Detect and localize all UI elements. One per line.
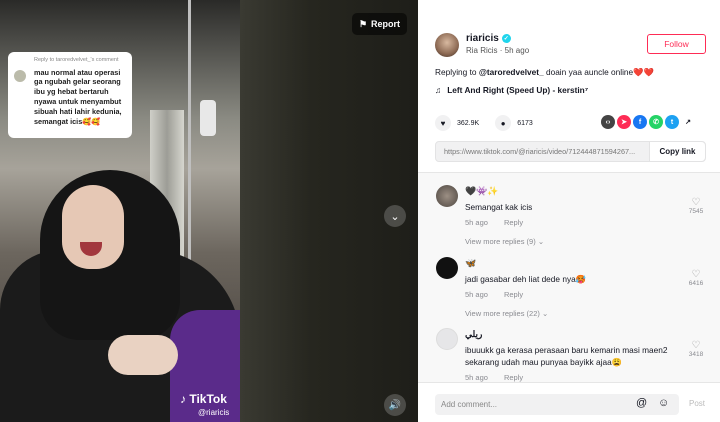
comment-like-button[interactable]: ♡ 3418 xyxy=(686,340,706,358)
share-arrow-icon[interactable]: ↗ xyxy=(681,115,695,129)
chevron-down-icon: ⌄ xyxy=(537,237,545,246)
chevron-down-icon: ⌄ xyxy=(390,210,400,223)
report-label: Report xyxy=(371,19,401,29)
iv-bag xyxy=(200,100,216,136)
comments-list[interactable]: 🖤👾✨ Semangat kak icis 5h ago Reply ♡ 754… xyxy=(418,172,720,382)
comment-text: ibuuukk ga kerasa perasaan baru kemarin … xyxy=(465,345,668,368)
volume-button[interactable]: 🔊 xyxy=(384,394,406,416)
commenter-avatar[interactable] xyxy=(436,328,458,350)
hand xyxy=(108,335,178,375)
volume-icon: 🔊 xyxy=(388,399,402,411)
iv-pole xyxy=(188,0,191,260)
reply-button[interactable]: Reply xyxy=(504,290,523,299)
face xyxy=(62,185,124,269)
comment-like-count: 7545 xyxy=(688,208,704,215)
music-link[interactable]: ♫ Left And Right (Speed Up) - kerstin⁷ xyxy=(435,85,588,95)
add-comment-bar: Add comment... @ ☺ Post xyxy=(418,382,720,422)
reply-button[interactable]: Reply xyxy=(504,373,523,382)
copy-link-box: https://www.tiktok.com/@riaricis/video/7… xyxy=(435,141,706,162)
commenter-name[interactable]: 🦋 xyxy=(465,258,476,269)
comment-like-count: 3418 xyxy=(688,351,704,358)
video-player[interactable]: Reply to taroredvelvet_'s comment mau no… xyxy=(0,0,418,422)
report-button[interactable]: ⚑ Report xyxy=(352,13,407,35)
whatsapp-icon[interactable]: ✆ xyxy=(649,115,663,129)
author-username[interactable]: riaricis ✓ xyxy=(466,33,511,44)
view-more-replies[interactable]: View more replies (9) ⌄ xyxy=(465,237,544,246)
mention-link[interactable]: @taroredvelvet_ xyxy=(479,67,544,77)
commenter-avatar[interactable] xyxy=(436,185,458,207)
comment-like-button[interactable]: ♡ 6416 xyxy=(686,269,706,287)
video-url: https://www.tiktok.com/@riaricis/video/7… xyxy=(444,147,636,156)
heart-icon: ♥ xyxy=(440,118,446,128)
copy-link-button[interactable]: Copy link xyxy=(649,142,705,161)
comment-like-count: 6416 xyxy=(688,280,704,287)
music-title: Left And Right (Speed Up) - kerstin⁷ xyxy=(447,85,589,95)
heart-outline-icon: ♡ xyxy=(691,197,701,208)
video-details-panel: riaricis ✓ Ria Ricis · 5h ago Follow Rep… xyxy=(418,0,720,422)
watermark-username: @riaricis xyxy=(198,408,230,417)
chevron-down-icon: ⌄ xyxy=(541,309,549,318)
facebook-icon[interactable]: f xyxy=(633,115,647,129)
reply-card-text: mau normal atau operasi ga ngubah gelar … xyxy=(34,67,122,126)
comment-time: 5h ago xyxy=(465,290,488,299)
mention-at-icon[interactable]: @ xyxy=(636,397,647,409)
reply-card-header: Reply to taroredvelvet_'s comment xyxy=(34,57,119,63)
author-avatar[interactable] xyxy=(435,33,459,57)
comment-text: jadi gasabar deh liat dede nya🥵 xyxy=(465,274,587,284)
reply-card-avatar xyxy=(14,70,26,82)
comment-like-button[interactable]: ♡ 7545 xyxy=(686,197,706,215)
like-button[interactable]: ♥ xyxy=(435,115,451,131)
comment-count: 6173 xyxy=(517,119,533,127)
engagement-stats: ♥ 362.9K ● 6173 xyxy=(435,115,533,131)
tiktok-watermark: ♪ TikTok xyxy=(180,392,227,406)
author-subtitle: Ria Ricis · 5h ago xyxy=(466,46,530,55)
commenter-name[interactable]: 🖤👾✨ xyxy=(465,186,499,197)
send-icon[interactable]: ➤ xyxy=(617,115,631,129)
heart-outline-icon: ♡ xyxy=(691,269,701,280)
comment-time: 5h ago xyxy=(465,373,488,382)
twitter-icon[interactable]: t xyxy=(665,115,679,129)
verified-badge-icon: ✓ xyxy=(501,34,511,43)
commenter-avatar[interactable] xyxy=(436,257,458,279)
music-note-icon: ♫ xyxy=(435,85,442,95)
comment-meta: 5h ago Reply xyxy=(465,218,523,227)
embed-icon[interactable]: ‹› xyxy=(601,115,615,129)
view-more-replies[interactable]: View more replies (22) ⌄ xyxy=(465,309,548,318)
like-count: 362.9K xyxy=(457,119,480,127)
heart-outline-icon: ♡ xyxy=(691,340,701,351)
comment-meta: 5h ago Reply xyxy=(465,290,523,299)
share-icons: ‹› ➤ f ✆ t ↗ xyxy=(601,115,695,129)
video-description: Replying to @taroredvelvet_ doain yaa au… xyxy=(435,67,654,77)
comment-button[interactable]: ● xyxy=(495,115,512,131)
post-button[interactable]: Post xyxy=(689,399,705,408)
next-video-button[interactable]: ⌄ xyxy=(384,205,406,227)
comment-time: 5h ago xyxy=(465,218,488,227)
emoji-icon[interactable]: ☺ xyxy=(658,397,669,409)
reply-comment-card: Reply to taroredvelvet_'s comment mau no… xyxy=(8,52,132,138)
flag-icon: ⚑ xyxy=(358,18,368,29)
reply-button[interactable]: Reply xyxy=(504,218,523,227)
comment-icon: ● xyxy=(500,118,506,128)
comment-meta: 5h ago Reply xyxy=(465,373,523,382)
commenter-name[interactable]: ريلي xyxy=(465,329,482,340)
comment-text: Semangat kak icis xyxy=(465,202,533,212)
follow-button[interactable]: Follow xyxy=(647,34,706,54)
